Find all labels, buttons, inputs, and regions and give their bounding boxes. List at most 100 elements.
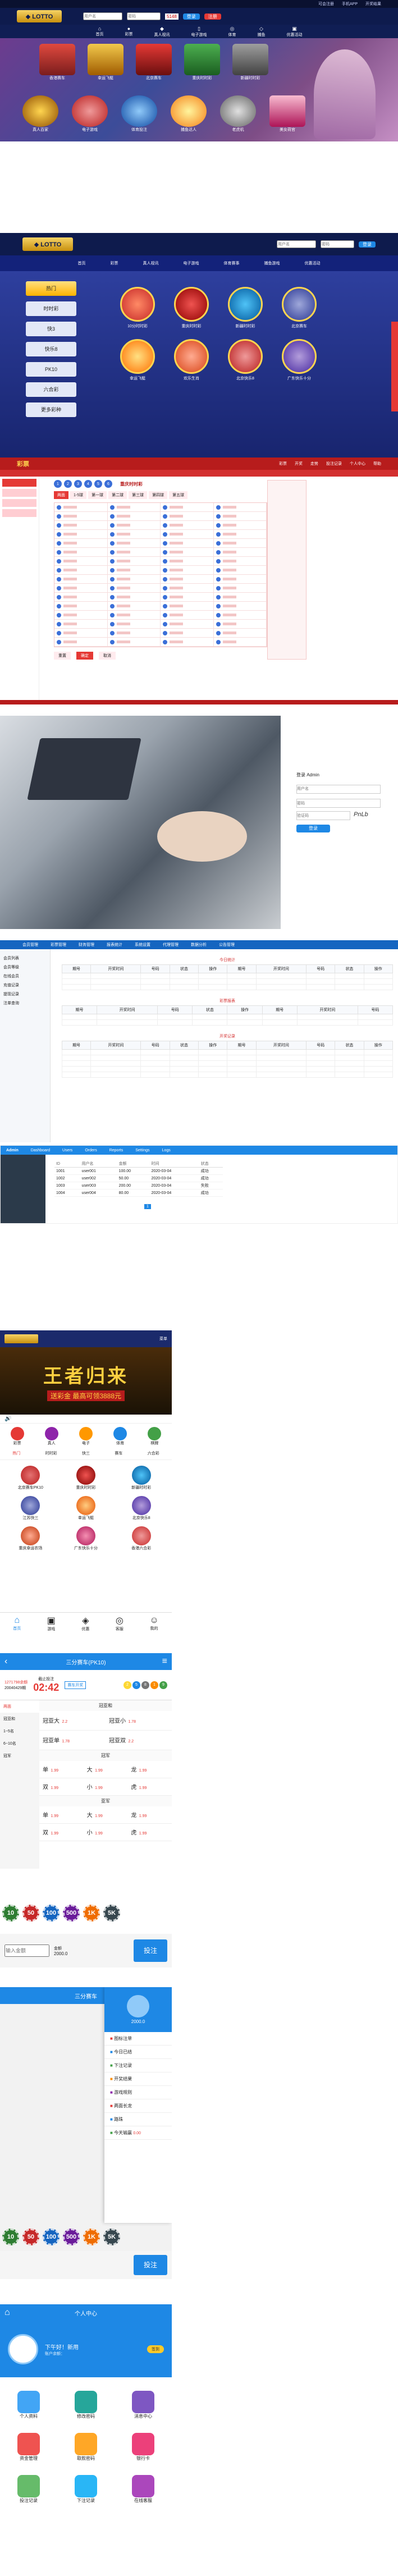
odds-cell[interactable] bbox=[107, 521, 161, 530]
captcha-input[interactable] bbox=[296, 811, 350, 820]
game-tile[interactable]: 幸运飞艇 bbox=[61, 1496, 111, 1521]
play-tab[interactable]: 两面 bbox=[54, 491, 68, 499]
admin-password-input[interactable] bbox=[296, 799, 381, 808]
admin-tab[interactable]: 会员管理 bbox=[22, 942, 38, 948]
game-tile[interactable]: 重庆时时彩 bbox=[61, 1466, 111, 1490]
password-input[interactable] bbox=[321, 240, 354, 248]
game-tile[interactable]: 香港赛车 bbox=[39, 44, 75, 81]
captcha[interactable]: 5148 bbox=[165, 13, 179, 20]
tab-games[interactable]: ▣ 游戏 bbox=[47, 1615, 56, 1632]
logo[interactable] bbox=[4, 1334, 38, 1343]
odds-cell[interactable] bbox=[107, 539, 161, 548]
odds-cell[interactable] bbox=[161, 566, 214, 575]
nav-fish[interactable]: ◇ 捕鱼 bbox=[258, 26, 266, 38]
nav-item[interactable]: 体育赛事 bbox=[224, 260, 240, 266]
amount-input[interactable] bbox=[4, 1944, 49, 1957]
cancel-button[interactable]: 取消 bbox=[99, 652, 116, 660]
submit-bet-button[interactable]: 投注 bbox=[134, 1939, 167, 1962]
side-item[interactable]: PK10 bbox=[26, 362, 76, 377]
odds-cell[interactable] bbox=[213, 521, 267, 530]
reset-button[interactable]: 重置 bbox=[54, 652, 71, 660]
menu-item[interactable]: 开奖 bbox=[295, 461, 303, 466]
grid-item[interactable]: 取款密码 bbox=[57, 2433, 115, 2461]
odds-cell[interactable]: 虎 1.99 bbox=[127, 1824, 172, 1841]
side-item[interactable]: 快乐8 bbox=[26, 342, 76, 356]
odds-cell[interactable] bbox=[107, 629, 161, 638]
game-tile[interactable]: 老虎机 bbox=[220, 95, 256, 132]
odds-cell[interactable] bbox=[54, 575, 108, 584]
odds-cell[interactable] bbox=[54, 566, 108, 575]
grid-item[interactable]: 下注记录 bbox=[57, 2475, 115, 2504]
admin-tab[interactable]: 公告管理 bbox=[219, 942, 235, 948]
odds-cell[interactable] bbox=[54, 548, 108, 557]
odds-cell[interactable] bbox=[161, 521, 214, 530]
username-input[interactable] bbox=[83, 12, 122, 20]
admin-tab[interactable]: Logs bbox=[162, 1149, 171, 1152]
odds-cell[interactable] bbox=[107, 638, 161, 647]
login-button[interactable]: 登录 bbox=[182, 13, 200, 20]
odds-cell[interactable] bbox=[107, 611, 161, 620]
play-tab[interactable]: 冠军 bbox=[0, 1750, 39, 1762]
submit-bet-button[interactable]: 投注 bbox=[134, 2255, 167, 2275]
grid-item[interactable]: 资金管理 bbox=[0, 2433, 57, 2461]
game-tile[interactable]: 美女荷官 bbox=[269, 95, 305, 132]
odds-cell[interactable] bbox=[161, 620, 214, 629]
captcha-image[interactable]: PnLb bbox=[354, 811, 368, 820]
odds-cell[interactable] bbox=[213, 575, 267, 584]
admin-tab[interactable]: 系统设置 bbox=[135, 942, 150, 948]
admin-side-item[interactable]: 注单查询 bbox=[0, 999, 50, 1008]
subcat-tab[interactable]: 热门 bbox=[12, 1451, 20, 1456]
odds-cell[interactable] bbox=[213, 602, 267, 611]
odds-cell[interactable] bbox=[213, 557, 267, 566]
menu-item[interactable]: ■ 开奖结果 bbox=[104, 2072, 172, 2086]
menu-item[interactable]: ■ 今天输赢 0.00 bbox=[104, 2126, 172, 2140]
odds-cell[interactable] bbox=[161, 638, 214, 647]
admin-side-item[interactable]: 提现记录 bbox=[0, 990, 50, 999]
odds-cell[interactable] bbox=[213, 629, 267, 638]
nav-item[interactable]: 首页 bbox=[78, 260, 86, 266]
odds-cell[interactable] bbox=[54, 620, 108, 629]
cat-item[interactable]: 体育 bbox=[113, 1427, 127, 1446]
odds-cell[interactable] bbox=[161, 557, 214, 566]
odds-cell[interactable] bbox=[107, 575, 161, 584]
odds-cell[interactable] bbox=[54, 593, 108, 602]
odds-cell[interactable] bbox=[54, 584, 108, 593]
game-tile[interactable]: 北京赛车 bbox=[136, 44, 172, 81]
chip[interactable]: 50 bbox=[22, 1905, 39, 1921]
right-float-bar[interactable] bbox=[391, 322, 398, 411]
admin-login-button[interactable]: 登录 bbox=[296, 825, 330, 832]
odds-cell[interactable] bbox=[54, 503, 108, 512]
nav-item[interactable]: 电子游戏 bbox=[184, 260, 199, 266]
odds-cell[interactable] bbox=[213, 539, 267, 548]
grid-item[interactable]: 在线客服 bbox=[115, 2475, 172, 2504]
odds-cell[interactable] bbox=[213, 584, 267, 593]
admin-tab[interactable]: Reports bbox=[109, 1149, 123, 1152]
odds-cell[interactable]: 小 1.99 bbox=[84, 1824, 128, 1841]
odds-cell[interactable] bbox=[213, 548, 267, 557]
lottery-card[interactable]: 新疆时时彩 bbox=[226, 287, 265, 329]
odds-cell[interactable] bbox=[213, 620, 267, 629]
game-tile[interactable]: 北京快乐8 bbox=[116, 1496, 166, 1521]
play-tab[interactable]: 第二球 bbox=[108, 491, 127, 499]
lottery-card[interactable]: 北京快乐8 bbox=[226, 339, 265, 381]
password-input[interactable] bbox=[127, 12, 161, 20]
odds-cell[interactable] bbox=[54, 512, 108, 521]
game-tile[interactable]: 江苏快三 bbox=[6, 1496, 56, 1521]
side-item[interactable]: 快3 bbox=[26, 322, 76, 336]
odds-cell[interactable] bbox=[161, 530, 214, 539]
cat-item[interactable]: 棋牌 bbox=[148, 1427, 162, 1446]
cat-item[interactable]: 电子 bbox=[79, 1427, 93, 1446]
odds-cell[interactable] bbox=[107, 602, 161, 611]
odds-cell[interactable] bbox=[54, 629, 108, 638]
play-tab[interactable]: 第三球 bbox=[129, 491, 148, 499]
username-input[interactable] bbox=[277, 240, 316, 248]
nav-promo[interactable]: ▣ 优惠活动 bbox=[287, 26, 303, 38]
table-row[interactable]: 1001 user001 100.00 2020-03-04 成功 bbox=[54, 1167, 223, 1175]
odds-cell[interactable] bbox=[161, 593, 214, 602]
odds-cell[interactable]: 龙 1.99 bbox=[127, 1806, 172, 1823]
odds-cell[interactable]: 单 1.99 bbox=[39, 1806, 84, 1823]
home-icon[interactable]: ⌂ bbox=[4, 2308, 10, 2318]
odds-cell[interactable] bbox=[54, 638, 108, 647]
odds-cell[interactable]: 双 1.99 bbox=[39, 1824, 84, 1841]
odds-cell[interactable]: 龙 1.99 bbox=[127, 1761, 172, 1778]
